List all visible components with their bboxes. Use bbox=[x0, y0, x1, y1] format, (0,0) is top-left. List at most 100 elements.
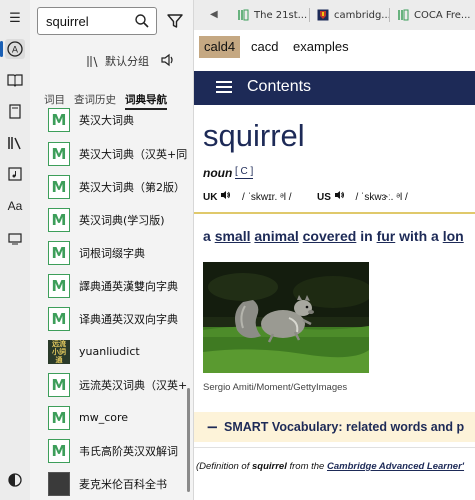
uk-pronunciation: UK / ˈskwɪr. ᵊl / bbox=[203, 190, 292, 203]
def-word: with a bbox=[399, 228, 439, 244]
m-dict-icon: M bbox=[48, 405, 70, 430]
tab-separator bbox=[389, 8, 390, 22]
collapse-icon[interactable]: − bbox=[206, 418, 219, 436]
m-dict-icon: M bbox=[48, 107, 70, 132]
def-link[interactable]: lon bbox=[443, 228, 464, 244]
def-link[interactable]: animal bbox=[254, 228, 298, 244]
list-item-label: yuanliudict bbox=[79, 345, 140, 358]
divider bbox=[194, 447, 475, 448]
list-item-label: 英汉大词典（汉英+同 bbox=[79, 147, 188, 161]
us-ipa: / ˈskwɝː. ᵊl / bbox=[355, 192, 408, 203]
headword: squirrel bbox=[203, 118, 305, 153]
m-dict-icon: M bbox=[48, 174, 70, 199]
list-item-label: 词根词缀字典 bbox=[79, 246, 145, 260]
library-icon[interactable] bbox=[5, 133, 25, 153]
list-item-label: 韦氏高阶英汉双解词 bbox=[79, 444, 178, 458]
tab-separator bbox=[309, 8, 310, 22]
group-icon bbox=[87, 55, 98, 67]
list-item[interactable]: M 英汉大词典（汉英+同 bbox=[30, 137, 193, 170]
page-favicon-icon bbox=[238, 9, 249, 21]
entry-rule bbox=[194, 212, 475, 214]
def-link[interactable]: covered bbox=[303, 228, 357, 244]
list-item-label: 英汉大词典（第2版） bbox=[79, 180, 185, 194]
screen-icon[interactable] bbox=[5, 229, 25, 249]
book-cover-icon bbox=[48, 471, 70, 496]
grammar-code[interactable]: [ C ] bbox=[235, 166, 254, 179]
list-item-label: 英汉词典(学习版) bbox=[79, 213, 165, 227]
photo-credit: Sergio Amiti/Moment/GettyImages bbox=[203, 382, 348, 393]
lookup-icon[interactable]: A bbox=[5, 39, 25, 59]
list-item-label: 译典通英汉双向字典 bbox=[79, 312, 178, 326]
part-of-speech: noun bbox=[203, 166, 233, 180]
list-item[interactable]: M 譯典通英漢雙向字典 bbox=[30, 269, 193, 302]
us-pronunciation: US / ˈskwɝː. ᵊl / bbox=[317, 190, 408, 203]
smart-vocabulary-bar[interactable]: − SMART Vocabulary: related words and p bbox=[194, 412, 475, 442]
list-item-label: 譯典通英漢雙向字典 bbox=[79, 279, 178, 293]
active-indicator bbox=[0, 41, 3, 57]
def-link[interactable]: fur bbox=[377, 228, 396, 244]
browser-tab[interactable]: cambridg... bbox=[309, 6, 391, 24]
browser-tabs-bar: ◀ The 21st... cambridg... COCA Fre... bbox=[194, 0, 475, 30]
page-favicon-icon bbox=[398, 9, 409, 21]
font-size-icon[interactable]: Aa bbox=[5, 196, 25, 216]
search-input[interactable] bbox=[46, 12, 130, 30]
search-icon[interactable] bbox=[134, 13, 150, 29]
theme-icon[interactable] bbox=[5, 470, 25, 490]
menu-icon[interactable] bbox=[216, 81, 232, 93]
search-box[interactable] bbox=[37, 7, 157, 35]
list-item-label: 远流英汉词典（汉英+ bbox=[79, 378, 188, 392]
dictionary-icon[interactable] bbox=[5, 70, 25, 90]
list-item[interactable]: M 远流英汉词典（汉英+ bbox=[30, 368, 193, 401]
dict-tab-cald4[interactable]: cald4 bbox=[199, 36, 241, 58]
def-link[interactable]: small bbox=[215, 228, 251, 244]
list-item-label: 英汉大词典 bbox=[79, 113, 134, 127]
def-word: in bbox=[360, 228, 373, 244]
group-label: 默认分组 bbox=[105, 55, 149, 68]
group-selector[interactable]: 默认分组 bbox=[86, 52, 149, 70]
squirrel-photo bbox=[203, 262, 369, 373]
dict-tab-examples[interactable]: examples bbox=[288, 36, 354, 58]
notebook-icon[interactable] bbox=[5, 101, 25, 121]
m-dict-icon: M bbox=[48, 306, 70, 331]
footer-text: from the bbox=[289, 461, 325, 472]
yuanliu-logo-icon: 远流 小詞通 bbox=[48, 339, 70, 364]
list-item[interactable]: M 英汉大词典 bbox=[30, 103, 193, 136]
menu-icon[interactable]: ☰ bbox=[5, 8, 25, 28]
uk-audio-icon[interactable] bbox=[220, 190, 231, 200]
m-dict-icon: M bbox=[48, 240, 70, 265]
speaker-icon[interactable] bbox=[160, 52, 176, 68]
list-scrollbar[interactable] bbox=[187, 388, 190, 492]
list-item[interactable]: 远流 小詞通 yuanliudict bbox=[30, 335, 193, 368]
definition: a small animal covered in fur with a lon bbox=[203, 228, 464, 244]
contents-bar[interactable]: Contents bbox=[194, 71, 475, 105]
smart-vocabulary-label: SMART Vocabulary: related words and p bbox=[224, 420, 465, 434]
list-item[interactable]: 麦克米伦百科全书 bbox=[30, 467, 193, 500]
list-item[interactable]: M 词根词缀字典 bbox=[30, 236, 193, 269]
uk-ipa: / ˈskwɪr. ᵊl / bbox=[242, 192, 292, 203]
source-link[interactable]: Cambridge Advanced Learner' bbox=[327, 461, 464, 472]
scroll-left-icon[interactable]: ◀ bbox=[210, 9, 218, 20]
list-item[interactable]: M 韦氏高阶英汉双解词 bbox=[30, 434, 193, 467]
list-item[interactable]: M 译典通英汉双向字典 bbox=[30, 302, 193, 335]
footer-text: (Definition of bbox=[196, 461, 250, 472]
list-item-label: 麦克米伦百科全书 bbox=[79, 477, 167, 491]
music-icon[interactable] bbox=[5, 164, 25, 184]
uk-label: UK bbox=[203, 192, 218, 203]
m-dict-icon: M bbox=[48, 372, 70, 397]
m-dict-icon: M bbox=[48, 273, 70, 298]
list-item[interactable]: M 英汉大词典（第2版） bbox=[30, 170, 193, 203]
dictionary-content: ◀ The 21st... cambridg... COCA Fre... ca… bbox=[194, 0, 475, 500]
left-rail: ☰ A Aa bbox=[0, 0, 30, 500]
list-item[interactable]: M mw_core bbox=[30, 401, 193, 434]
m-dict-icon: M bbox=[48, 207, 70, 232]
dictionary-panel: 默认分组 词目 查词历史 词典导航 M 英汉大词典 M 英汉大词典（汉英+同 M… bbox=[30, 0, 193, 500]
def-word: a bbox=[203, 228, 211, 244]
filter-icon[interactable] bbox=[166, 12, 184, 30]
definition-source: (Definition of squirrel from the Cambrid… bbox=[196, 461, 464, 472]
cambridge-crest-icon bbox=[317, 9, 329, 21]
us-audio-icon[interactable] bbox=[334, 190, 345, 200]
browser-tab[interactable]: COCA Fre... bbox=[389, 6, 470, 24]
list-item[interactable]: M 英汉词典(学习版) bbox=[30, 203, 193, 236]
dict-tab-cacd[interactable]: cacd bbox=[246, 36, 283, 58]
browser-tab[interactable]: The 21st... bbox=[237, 6, 307, 24]
